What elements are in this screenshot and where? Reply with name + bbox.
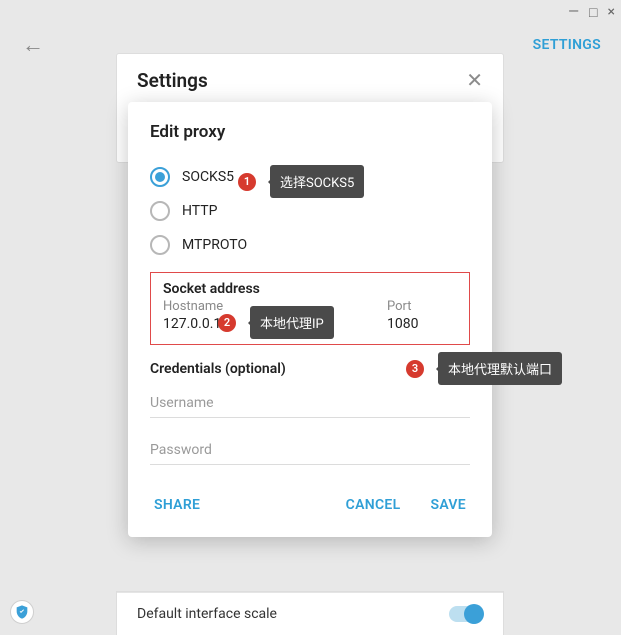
radio-http-label: HTTP [182,203,217,219]
port-value: 1080 [387,316,457,332]
callout-2-badge: 2 [218,314,236,332]
radio-socks5-indicator [150,167,170,187]
cancel-button[interactable]: CANCEL [342,491,405,519]
shield-icon[interactable] [10,600,34,624]
close-icon[interactable]: ✕ [466,68,483,92]
callout-1: 1 选择SOCKS5 [238,165,364,198]
callout-3-badge: 3 [406,360,424,378]
radio-http-indicator [150,201,170,221]
username-input[interactable] [150,387,470,418]
callout-2-tip: 本地代理IP [250,306,334,339]
port-label: Port [387,299,457,314]
socket-address-heading: Socket address [163,281,457,297]
window-titlebar: — □ × [0,0,621,24]
maximize-button[interactable]: □ [589,4,597,21]
radio-mtproto-label: MTPROTO [182,237,247,253]
interface-scale-toggle[interactable] [449,606,483,622]
save-button[interactable]: SAVE [426,491,470,519]
callout-2: 2 本地代理IP [218,306,334,339]
minimize-button[interactable]: — [568,4,579,20]
interface-scale-row[interactable]: Default interface scale [117,592,503,635]
password-input[interactable] [150,434,470,465]
interface-scale-label: Default interface scale [137,606,277,622]
radio-socks5-label: SOCKS5 [182,169,234,185]
callout-1-badge: 1 [238,173,256,191]
settings-link[interactable]: SETTINGS [533,37,601,53]
callout-3-tip: 本地代理默认端口 [438,352,562,385]
settings-title: Settings [137,69,208,92]
modal-actions: SHARE CANCEL SAVE [150,491,470,519]
radio-mtproto[interactable]: MTPROTO [150,228,470,262]
back-arrow-icon[interactable]: ← [22,32,44,58]
modal-title: Edit proxy [150,122,470,142]
callout-3: 3 本地代理默认端口 [406,352,562,385]
window-close-button[interactable]: × [608,4,615,20]
radio-http[interactable]: HTTP [150,194,470,228]
port-field[interactable]: Port 1080 [387,299,457,332]
radio-mtproto-indicator [150,235,170,255]
callout-1-tip: 选择SOCKS5 [270,165,364,198]
share-button[interactable]: SHARE [150,491,204,519]
